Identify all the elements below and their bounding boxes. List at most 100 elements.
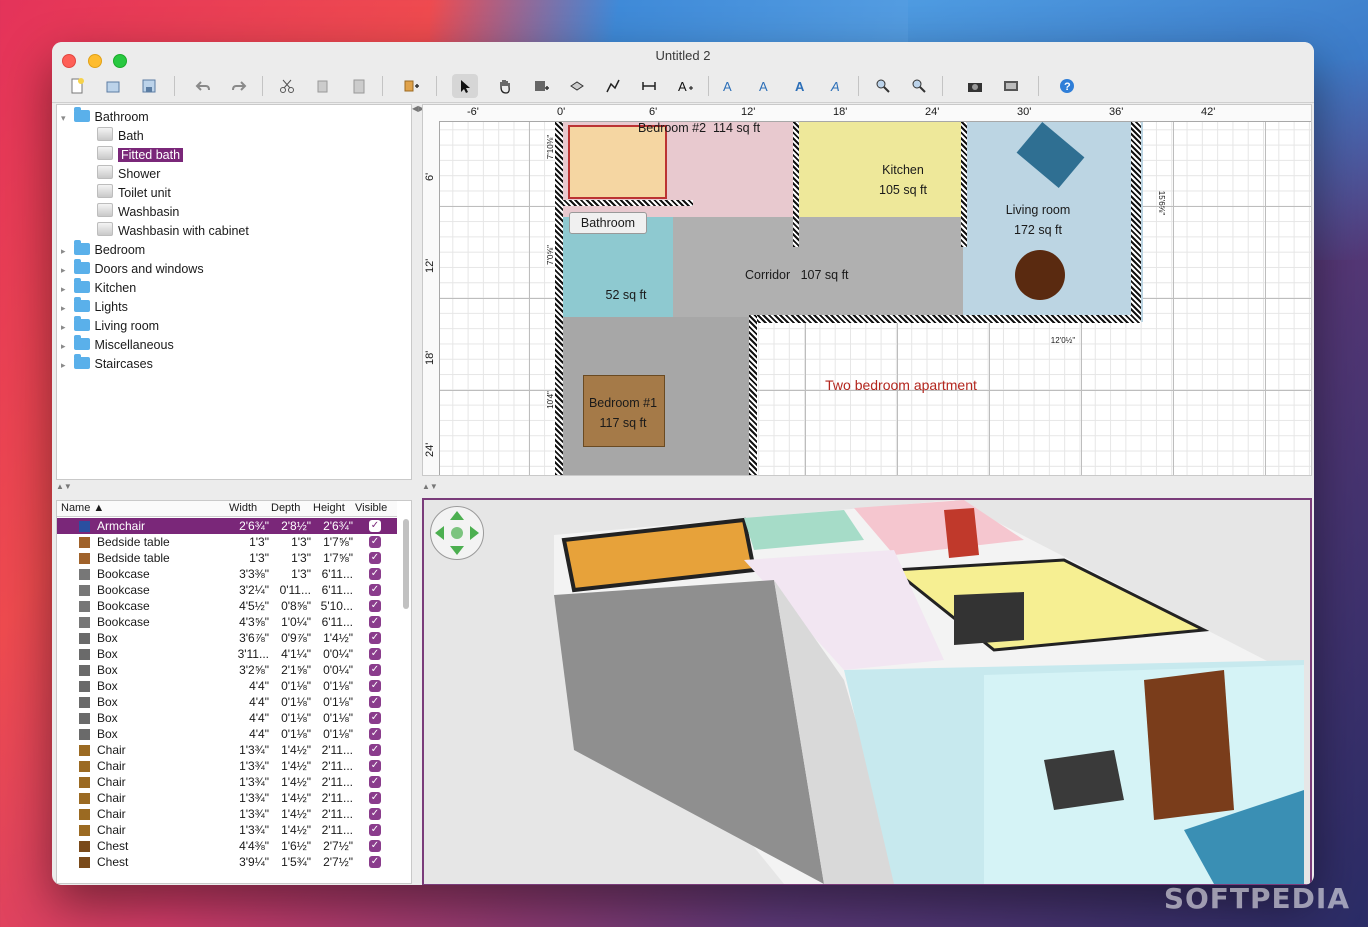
chevron-right-icon[interactable]: ▸ (61, 242, 71, 261)
table-row[interactable]: Chest 3'9¼" 1'5¾" 2'7½" ✓ (57, 854, 397, 870)
create-video-button[interactable] (998, 74, 1024, 98)
table-row[interactable]: Chair 1'3¾" 1'4½" 2'11... ✓ (57, 758, 397, 774)
catalog-folder[interactable]: ▸ Bedroom (61, 240, 145, 261)
table-row[interactable]: Bookcase 4'5½" 0'8⅝" 5'10... ✓ (57, 598, 397, 614)
chevron-right-icon[interactable]: ▸ (61, 337, 71, 356)
copy-button[interactable] (310, 74, 336, 98)
open-button[interactable] (100, 74, 126, 98)
chevron-right-icon[interactable]: ▸ (61, 299, 71, 318)
pan-mode-button[interactable] (492, 74, 518, 98)
undo-button[interactable] (190, 74, 216, 98)
table-row[interactable]: Armchair 2'6¾" 2'8½" 2'6¾" ✓ (57, 518, 397, 534)
plan-splitter[interactable]: ▲▼ (422, 482, 1310, 491)
visible-checkbox[interactable]: ✓ (369, 808, 381, 820)
visible-checkbox[interactable]: ✓ (369, 744, 381, 756)
help-button[interactable]: ? (1054, 74, 1080, 98)
column-width[interactable]: Width (229, 502, 257, 514)
close-window-button[interactable] (62, 54, 76, 68)
catalog-item[interactable]: Bath (97, 127, 144, 146)
3d-view[interactable] (422, 498, 1312, 885)
catalog-folder[interactable]: ▸ Lights (61, 297, 128, 318)
table-row[interactable]: Box 4'4" 0'1⅛" 0'1⅛" ✓ (57, 678, 397, 694)
create-photo-button[interactable] (962, 74, 988, 98)
table-row[interactable]: Chest 4'4⅜" 1'6½" 2'7½" ✓ (57, 838, 397, 854)
table-row[interactable]: Box 3'11... 4'1¼" 0'0¼" ✓ (57, 646, 397, 662)
new-home-button[interactable] (64, 74, 90, 98)
visible-checkbox[interactable]: ✓ (369, 760, 381, 772)
catalog-item[interactable]: Fitted bath (97, 146, 184, 165)
table-row[interactable]: Bookcase 3'3⅜" 1'3" 6'11... ✓ (57, 566, 397, 582)
table-row[interactable]: Bookcase 3'2¼" 0'11... 6'11... ✓ (57, 582, 397, 598)
chevron-right-icon[interactable]: ▸ (61, 261, 71, 280)
visible-checkbox[interactable]: ✓ (369, 616, 381, 628)
visible-checkbox[interactable]: ✓ (369, 712, 381, 724)
visible-checkbox[interactable]: ✓ (369, 728, 381, 740)
catalog-folder[interactable]: ▾ Bathroom (61, 107, 149, 128)
visible-checkbox[interactable]: ✓ (369, 648, 381, 660)
table-row[interactable]: Bedside table 1'3" 1'3" 1'7⅝" ✓ (57, 534, 397, 550)
visible-checkbox[interactable]: ✓ (369, 824, 381, 836)
catalog-folder[interactable]: ▸ Miscellaneous (61, 335, 174, 356)
visible-checkbox[interactable]: ✓ (369, 664, 381, 676)
visible-checkbox[interactable]: ✓ (369, 856, 381, 868)
column-name[interactable]: Name ▲ (61, 502, 104, 514)
3d-navigation-pad[interactable] (430, 506, 484, 560)
plan-view[interactable]: -6' 0' 6' 12' 18' 24' 30' 36' 42' 6' 12' 18' 24' Be… (422, 104, 1312, 476)
catalog-item[interactable]: Washbasin with cabinet (97, 222, 249, 241)
column-visible[interactable]: Visible (355, 502, 387, 514)
visible-checkbox[interactable]: ✓ (369, 792, 381, 804)
chevron-right-icon[interactable]: ▸ (61, 318, 71, 337)
visible-checkbox[interactable]: ✓ (369, 552, 381, 564)
zoom-out-button[interactable] (906, 74, 932, 98)
create-rooms-button[interactable] (564, 74, 590, 98)
catalog-folder[interactable]: ▸ Living room (61, 316, 159, 337)
zoom-window-button[interactable] (113, 54, 128, 68)
visible-checkbox[interactable]: ✓ (369, 600, 381, 612)
table-row[interactable]: Box 3'6⅞" 0'9⅞" 1'4½" ✓ (57, 630, 397, 646)
create-dimensions-button[interactable] (636, 74, 662, 98)
chevron-down-icon[interactable]: ▾ (61, 109, 71, 128)
catalog-item[interactable]: Shower (97, 165, 160, 184)
table-row[interactable]: Bookcase 4'3⅝" 1'0¼" 6'11... ✓ (57, 614, 397, 630)
visible-checkbox[interactable]: ✓ (369, 840, 381, 852)
select-mode-button[interactable] (452, 74, 478, 98)
zoom-in-button[interactable] (870, 74, 896, 98)
redo-button[interactable] (226, 74, 252, 98)
catalog-splitter[interactable]: ▲▼ (56, 482, 410, 491)
visible-checkbox[interactable]: ✓ (369, 680, 381, 692)
catalog-item[interactable]: Toilet unit (97, 184, 171, 203)
bold-text-button[interactable]: A (716, 74, 742, 98)
table-row[interactable]: Chair 1'3¾" 1'4½" 2'11... ✓ (57, 806, 397, 822)
minimize-window-button[interactable] (87, 54, 102, 68)
create-walls-button[interactable] (528, 74, 554, 98)
table-row[interactable]: Box 4'4" 0'1⅛" 0'1⅛" ✓ (57, 694, 397, 710)
table-row[interactable]: Chair 1'3¾" 1'4½" 2'11... ✓ (57, 822, 397, 838)
visible-checkbox[interactable]: ✓ (369, 776, 381, 788)
visible-checkbox[interactable]: ✓ (369, 568, 381, 580)
table-row[interactable]: Chair 1'3¾" 1'4½" 2'11... ✓ (57, 774, 397, 790)
visible-checkbox[interactable]: ✓ (369, 520, 381, 532)
visible-checkbox[interactable]: ✓ (369, 632, 381, 644)
table-row[interactable]: Bedside table 1'3" 1'3" 1'7⅝" ✓ (57, 550, 397, 566)
catalog-folder[interactable]: ▸ Staircases (61, 354, 153, 375)
catalog-item[interactable]: Washbasin (97, 203, 179, 222)
save-button[interactable] (136, 74, 162, 98)
table-row[interactable]: Chair 1'3¾" 1'4½" 2'11... ✓ (57, 790, 397, 806)
add-text-button[interactable]: A (672, 74, 698, 98)
add-furniture-button[interactable] (398, 74, 424, 98)
catalog-folder[interactable]: ▸ Kitchen (61, 278, 136, 298)
catalog-folder[interactable]: ▸ Doors and windows (61, 259, 204, 280)
column-height[interactable]: Height (313, 502, 345, 514)
decrease-text-button[interactable]: A (824, 74, 850, 98)
italic-text-button[interactable]: A (752, 74, 778, 98)
furniture-list-scrollbar[interactable] (403, 519, 409, 609)
column-depth[interactable]: Depth (271, 502, 300, 514)
table-row[interactable]: Box 4'4" 0'1⅛" 0'1⅛" ✓ (57, 710, 397, 726)
table-row[interactable]: Chair 1'3¾" 1'4½" 2'11... ✓ (57, 742, 397, 758)
chevron-right-icon[interactable]: ▸ (61, 356, 71, 375)
visible-checkbox[interactable]: ✓ (369, 584, 381, 596)
visible-checkbox[interactable]: ✓ (369, 696, 381, 708)
visible-checkbox[interactable]: ✓ (369, 536, 381, 548)
table-row[interactable]: Box 4'4" 0'1⅛" 0'1⅛" ✓ (57, 726, 397, 742)
dining-table[interactable] (1015, 250, 1065, 300)
